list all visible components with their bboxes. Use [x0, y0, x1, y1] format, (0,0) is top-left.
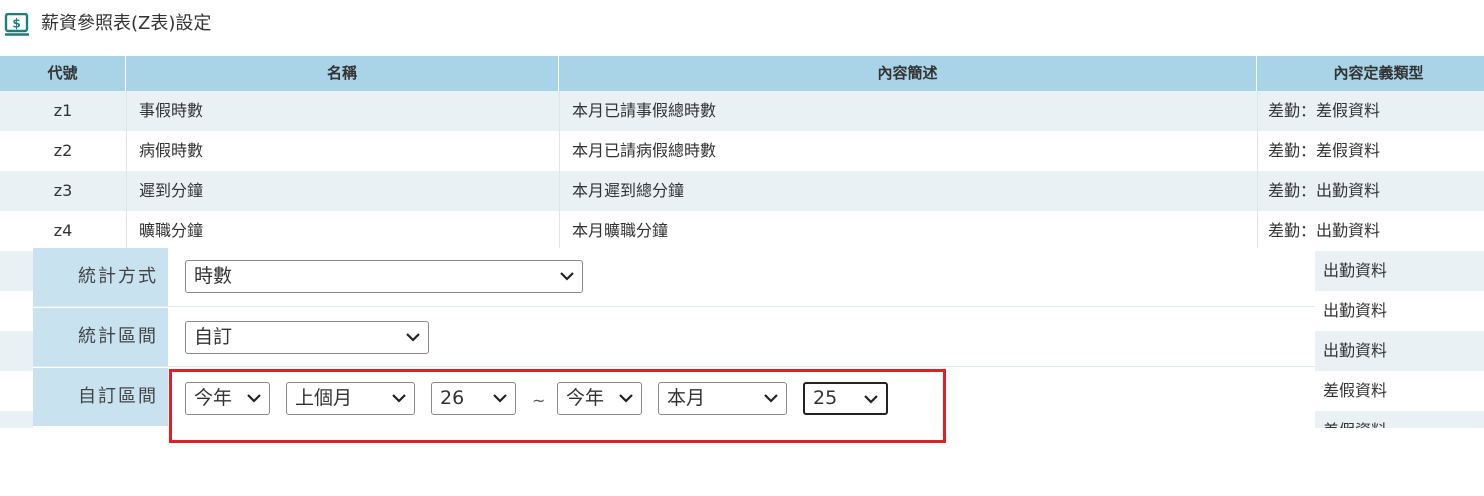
cell-type-partial: 出勤資料: [1315, 291, 1484, 331]
chevron-down-icon: [406, 333, 420, 342]
cell-type: 差勤：差假資料: [1257, 131, 1484, 171]
table-row[interactable]: z1 事假時數 本月已請事假總時數 差勤：差假資料: [0, 91, 1484, 131]
form-row-stat-range: 統計區間 自訂: [33, 308, 1315, 367]
table-row[interactable]: z3 遲到分鐘 本月遲到總分鐘 差勤：出勤資料: [0, 171, 1484, 211]
cell-code: z4: [53, 221, 73, 240]
cell-name: 遲到分鐘: [126, 171, 559, 211]
cell-code: z2: [53, 141, 73, 160]
page-header: $ 薪資參照表(Z表)設定: [0, 0, 1484, 50]
table-row[interactable]: z2 病假時數 本月已請病假總時數 差勤：差假資料: [0, 131, 1484, 171]
form-row-stat-method: 統計方式 時數: [33, 248, 1315, 307]
table-row[interactable]: z4 曠職分鐘 本月曠職分鐘 差勤：出勤資料: [0, 211, 1484, 251]
cell-code: z3: [53, 181, 73, 200]
stat-method-select[interactable]: 時數: [185, 260, 583, 293]
svg-text:$: $: [12, 17, 20, 31]
cell-desc: 本月遲到總分鐘: [559, 171, 1257, 211]
cell-name: 病假時數: [126, 131, 559, 171]
cell-name: 曠職分鐘: [126, 211, 559, 251]
cell-desc: 本月已請病假總時數: [559, 131, 1257, 171]
stat-range-value: 自訂: [194, 326, 233, 348]
cell-type: 差勤：出勤資料: [1257, 171, 1484, 211]
table-header: 代號 名稱 內容簡述 內容定義類型: [0, 56, 1484, 91]
cell-type-partial: 出勤資料: [1315, 251, 1484, 291]
column-header-code[interactable]: 代號: [0, 56, 126, 91]
cell-type-partial: 差假資料: [1315, 411, 1484, 428]
cell-desc: 本月曠職分鐘: [559, 211, 1257, 251]
column-header-name[interactable]: 名稱: [126, 56, 559, 91]
cell-type: 差勤：差假資料: [1257, 91, 1484, 131]
stat-range-label: 統計區間: [33, 308, 168, 366]
stat-method-value: 時數: [194, 265, 233, 287]
column-header-desc[interactable]: 內容簡述: [559, 56, 1257, 91]
stat-method-label: 統計方式: [33, 248, 168, 306]
money-icon: $: [4, 13, 29, 36]
column-header-type[interactable]: 內容定義類型: [1257, 56, 1484, 91]
custom-range-label: 自訂區間: [33, 368, 168, 426]
cell-desc: 本月已請事假總時數: [559, 91, 1257, 131]
page-title: 薪資參照表(Z表)設定: [41, 13, 212, 34]
stat-range-select[interactable]: 自訂: [185, 321, 429, 354]
cell-type: 差勤：出勤資料: [1257, 211, 1484, 251]
chevron-down-icon: [560, 272, 574, 281]
cell-type-partial: 出勤資料: [1315, 331, 1484, 371]
cell-type-partial: 差假資料: [1315, 371, 1484, 411]
highlight-frame: [169, 369, 946, 443]
cell-code: z1: [53, 101, 73, 120]
cell-name: 事假時數: [126, 91, 559, 131]
